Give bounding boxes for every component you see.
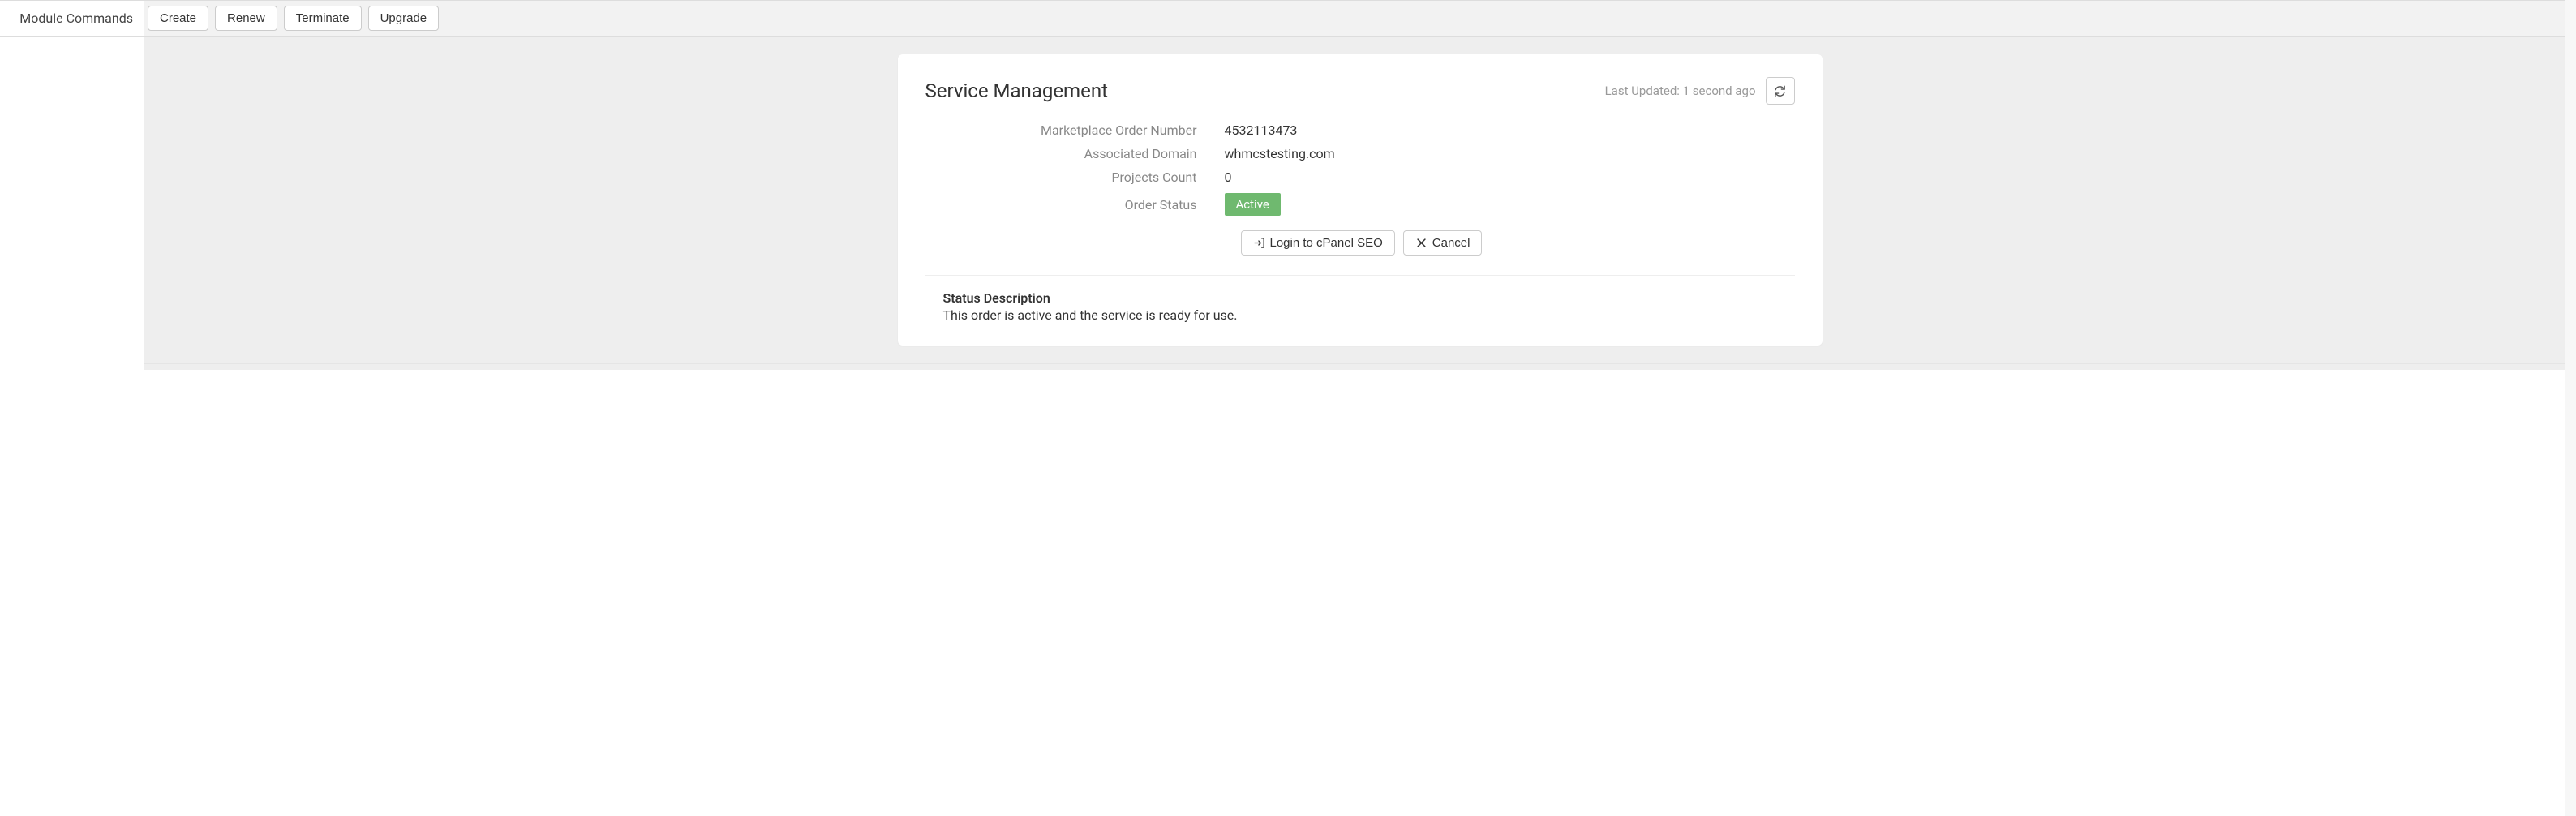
action-buttons: Login to cPanel SEO Cancel bbox=[1225, 230, 1795, 256]
projects-count-label: Projects Count bbox=[925, 170, 1197, 185]
status-description-title: Status Description bbox=[943, 290, 1795, 306]
action-row: Login to cPanel SEO Cancel bbox=[925, 230, 1795, 256]
order-number-value: 4532113473 bbox=[1225, 122, 1795, 138]
module-commands-bar: Module Commands Create Renew Terminate U… bbox=[0, 0, 2576, 37]
info-grid: Marketplace Order Number 4532113473 Asso… bbox=[925, 122, 1795, 216]
create-button-label: Create bbox=[160, 11, 196, 25]
refresh-icon bbox=[1774, 85, 1786, 97]
last-updated-text: Last Updated: 1 second ago bbox=[1605, 84, 1756, 98]
status-badge: Active bbox=[1225, 193, 1281, 216]
order-status-value: Active bbox=[1225, 193, 1795, 216]
status-description-text: This order is active and the service is … bbox=[943, 307, 1795, 323]
renew-button-label: Renew bbox=[227, 11, 265, 25]
cancel-label: Cancel bbox=[1432, 236, 1470, 250]
create-button[interactable]: Create bbox=[148, 6, 208, 31]
module-commands-buttons: Create Renew Terminate Upgrade bbox=[144, 6, 439, 31]
upgrade-button-label: Upgrade bbox=[380, 11, 427, 25]
content-wrap: Service Management Last Updated: 1 secon… bbox=[0, 37, 2576, 363]
content-area: Service Management Last Updated: 1 secon… bbox=[144, 37, 2576, 363]
below-strip bbox=[144, 363, 2576, 370]
divider bbox=[925, 275, 1795, 276]
panel-header-right: Last Updated: 1 second ago bbox=[1605, 77, 1795, 105]
left-gutter bbox=[0, 37, 144, 363]
module-commands-label: Module Commands bbox=[0, 1, 144, 36]
cancel-button[interactable]: Cancel bbox=[1403, 230, 1483, 256]
domain-value: whmcstesting.com bbox=[1225, 146, 1795, 161]
upgrade-button[interactable]: Upgrade bbox=[368, 6, 440, 31]
login-cpanel-seo-label: Login to cPanel SEO bbox=[1270, 236, 1383, 250]
panel-title: Service Management bbox=[925, 79, 1108, 102]
order-number-label: Marketplace Order Number bbox=[925, 122, 1197, 138]
close-icon bbox=[1415, 237, 1428, 249]
refresh-button[interactable] bbox=[1766, 77, 1795, 105]
login-cpanel-seo-button[interactable]: Login to cPanel SEO bbox=[1241, 230, 1395, 256]
login-icon bbox=[1253, 237, 1265, 249]
right-edge bbox=[2565, 0, 2576, 816]
renew-button[interactable]: Renew bbox=[215, 6, 277, 31]
terminate-button[interactable]: Terminate bbox=[284, 6, 362, 31]
service-management-panel: Service Management Last Updated: 1 secon… bbox=[898, 54, 1823, 346]
domain-label: Associated Domain bbox=[925, 146, 1197, 161]
projects-count-value: 0 bbox=[1225, 170, 1795, 185]
terminate-button-label: Terminate bbox=[296, 11, 350, 25]
panel-header: Service Management Last Updated: 1 secon… bbox=[925, 77, 1795, 105]
order-status-label: Order Status bbox=[925, 197, 1197, 213]
